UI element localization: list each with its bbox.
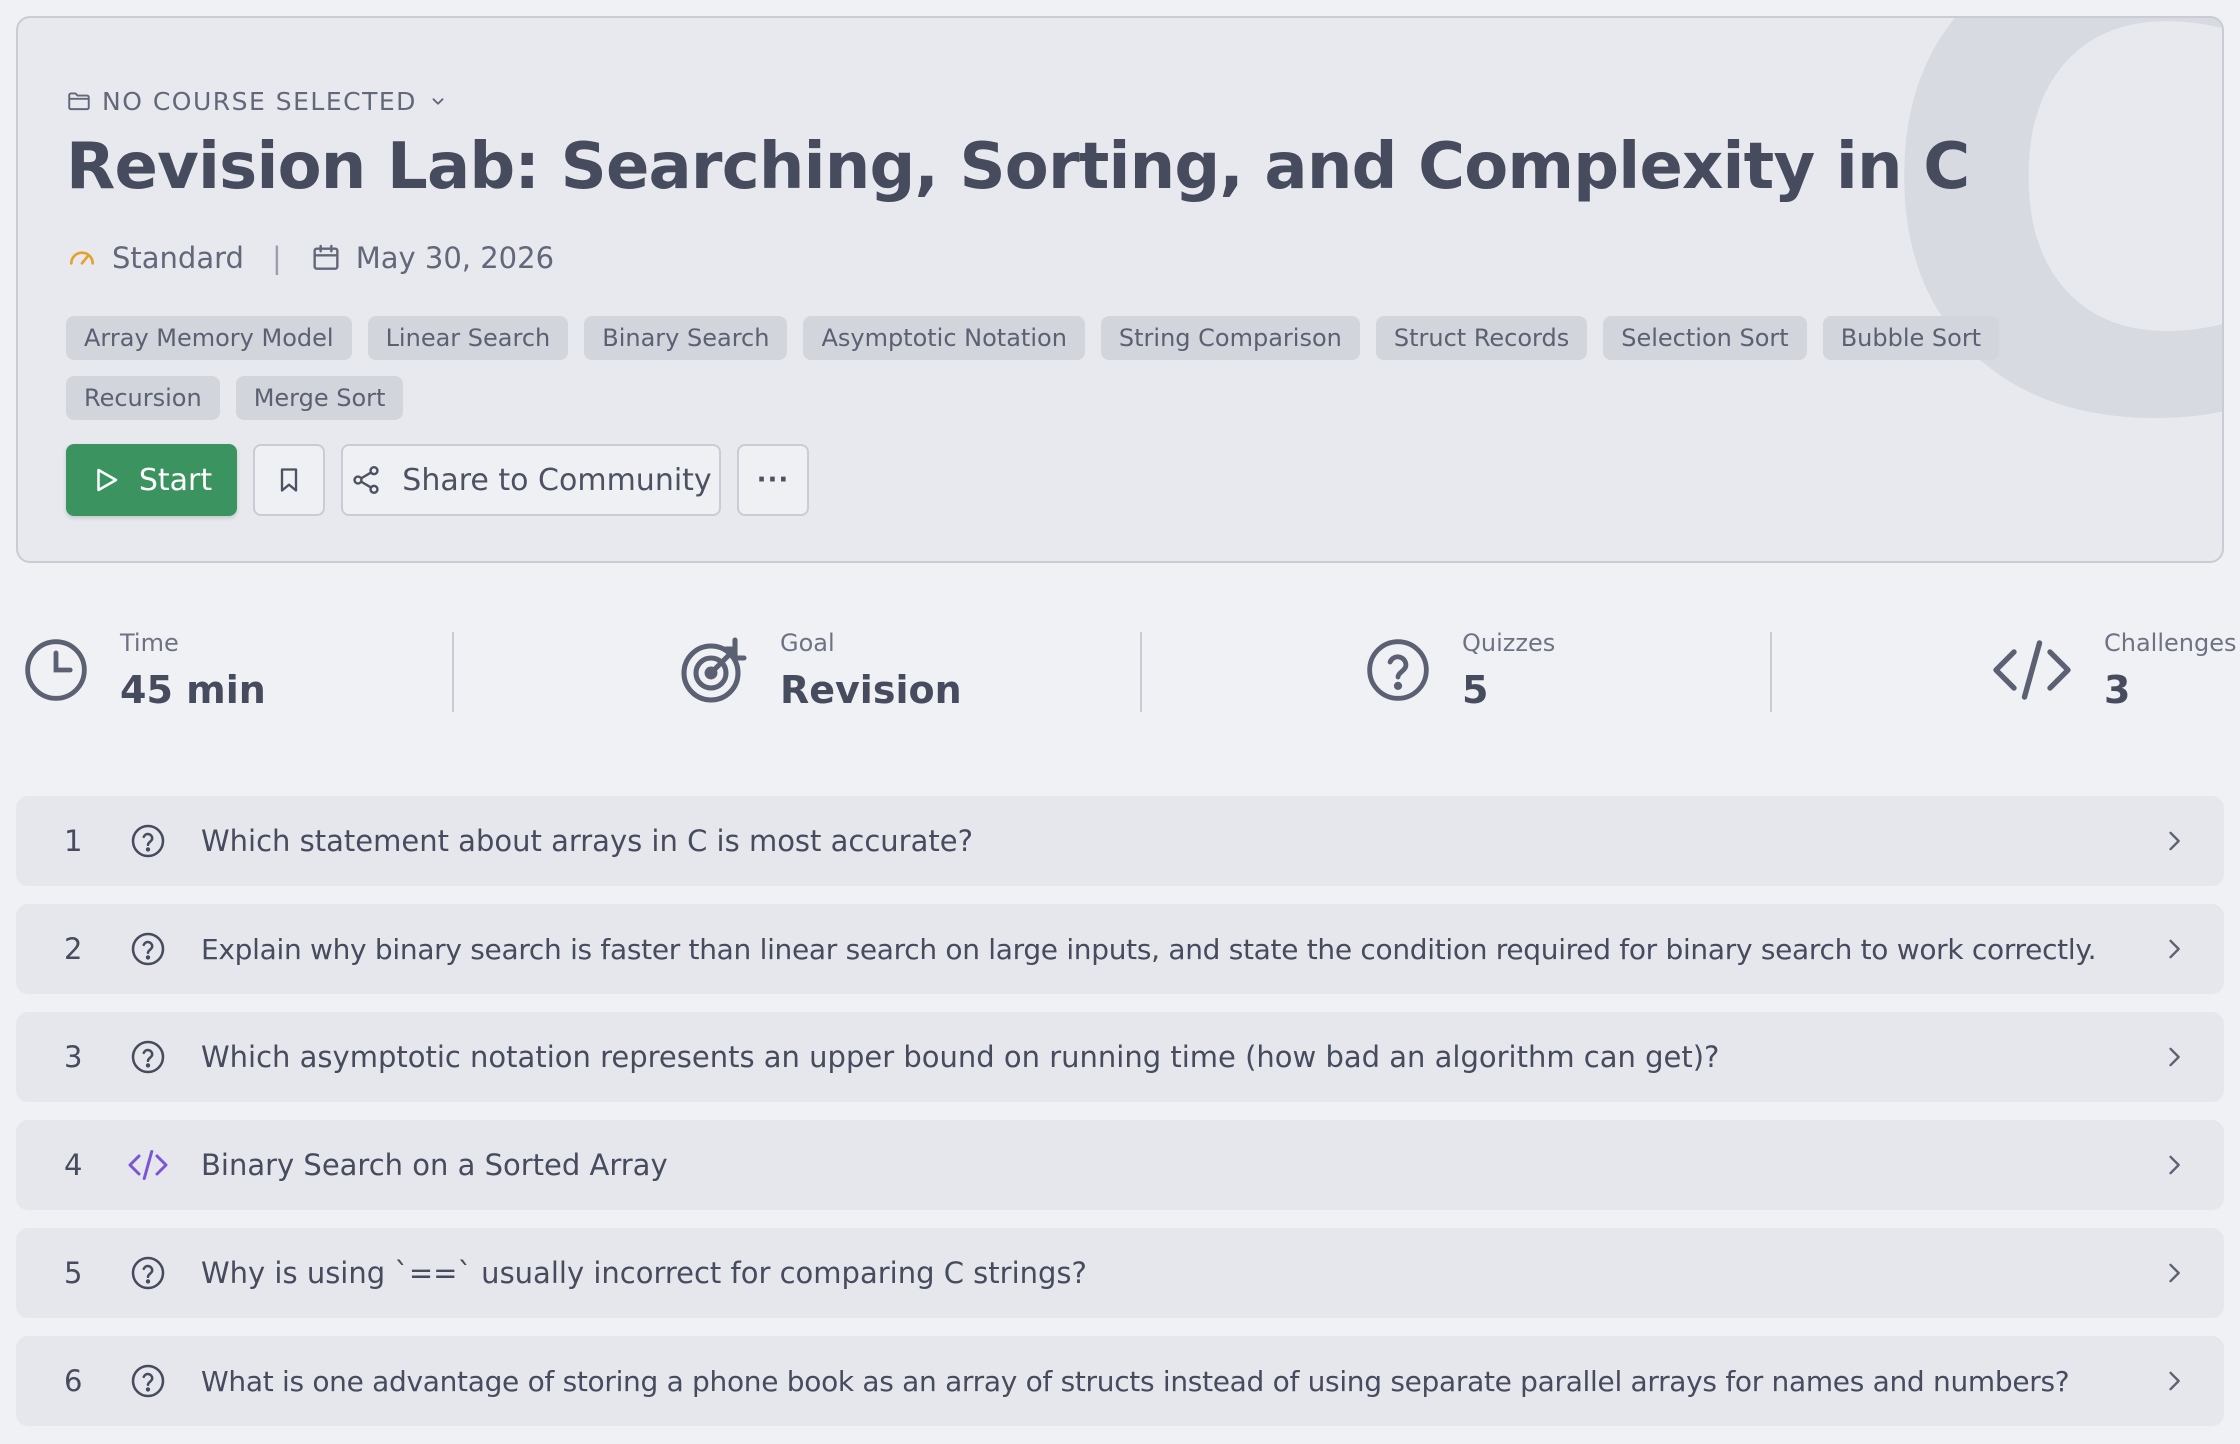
item-number: 1 <box>64 824 83 858</box>
more-options-button[interactable]: ··· <box>737 444 809 516</box>
activity-stats: Time 45 min Goal Revision Quizzes 5 Chal… <box>16 620 2237 720</box>
topic-tag: String Comparison <box>1100 316 1360 360</box>
stat-challenges-label: Challenges <box>2104 629 2237 657</box>
start-button-label: Start <box>138 462 213 498</box>
list-item[interactable]: 4 Binary Search on a Sorted Array <box>16 1120 2224 1210</box>
question-circle-icon <box>131 932 165 966</box>
topic-tag: Binary Search <box>584 316 788 360</box>
chevron-right-icon <box>2169 939 2180 959</box>
stat-time-value: 45 min <box>120 668 266 712</box>
code-icon <box>128 1150 168 1180</box>
more-options-label: ··· <box>756 465 790 495</box>
topic-tag: Bubble Sort <box>1822 316 2000 360</box>
item-title: Which statement about arrays in C is mos… <box>201 824 973 858</box>
course-selector[interactable]: NO COURSE SELECTED <box>66 84 449 118</box>
question-circle-icon <box>131 1364 165 1398</box>
topic-tag: Array Memory Model <box>66 316 352 360</box>
clock-icon <box>25 639 87 701</box>
item-number: 2 <box>64 932 83 966</box>
stat-time: Time 45 min <box>22 620 266 720</box>
chevron-right-icon <box>2169 1371 2180 1391</box>
page-title: Revision Lab: Searching, Sorting, and Co… <box>66 130 1970 204</box>
stat-divider <box>1140 632 1142 712</box>
course-selector-label: NO COURSE SELECTED <box>102 86 417 116</box>
stat-goal-label: Goal <box>780 629 835 657</box>
bookmark-button[interactable] <box>253 444 325 516</box>
item-title: Which asymptotic notation represents an … <box>201 1040 1720 1074</box>
meta-separator: | <box>271 241 282 275</box>
topic-tag: Linear Search <box>367 316 569 360</box>
question-circle-icon <box>131 1040 165 1074</box>
bookmark-icon <box>280 468 298 492</box>
calendar-icon <box>313 244 339 270</box>
chevron-down-icon <box>432 98 444 105</box>
item-number: 6 <box>64 1364 83 1398</box>
course-letter-watermark: C <box>1872 18 2222 508</box>
item-number: 5 <box>64 1256 83 1290</box>
item-title: Explain why binary search is faster than… <box>201 932 2097 966</box>
gauge-icon <box>70 251 94 265</box>
stat-goal: Goal Revision <box>678 620 962 720</box>
stat-challenges: Challenges 3 <box>1990 620 2237 720</box>
chevron-right-icon <box>2169 1155 2180 1175</box>
list-item[interactable]: 6 What is one advantage of storing a pho… <box>16 1336 2224 1426</box>
item-title: Why is using `==` usually incorrect for … <box>201 1256 1087 1290</box>
folder-icon <box>68 92 90 111</box>
stat-quizzes-label: Quizzes <box>1462 629 1556 657</box>
topic-tag: Recursion <box>66 376 220 420</box>
share-button-label: Share to Community <box>402 462 712 498</box>
play-icon <box>97 468 118 492</box>
list-item[interactable]: 1 Which statement about arrays in C is m… <box>16 796 2224 886</box>
share-to-community-button[interactable]: Share to Community <box>341 444 721 516</box>
stat-divider <box>452 632 454 712</box>
item-title: Binary Search on a Sorted Array <box>201 1148 668 1182</box>
stat-quizzes: Quizzes 5 <box>1364 620 1555 720</box>
item-number: 3 <box>64 1040 83 1074</box>
action-bar: Start Share to Community ··· <box>66 444 809 516</box>
list-item[interactable]: 3 Which asymptotic notation represents a… <box>16 1012 2224 1102</box>
question-circle-icon <box>131 824 165 858</box>
stat-divider <box>1770 632 1772 712</box>
chevron-right-icon <box>2169 1263 2180 1283</box>
question-circle-icon <box>131 1256 165 1290</box>
activity-meta: Standard | May 30, 2026 <box>66 236 554 280</box>
list-item[interactable]: 5 Why is using `==` usually incorrect fo… <box>16 1228 2224 1318</box>
code-icon <box>1993 640 2071 700</box>
question-circle-icon <box>1367 639 1429 701</box>
topic-tag: Asymptotic Notation <box>803 316 1085 360</box>
list-item[interactable]: 2 Explain why binary search is faster th… <box>16 904 2224 994</box>
item-number: 4 <box>64 1148 83 1182</box>
topic-tag: Selection Sort <box>1603 316 1807 360</box>
stat-time-label: Time <box>120 629 179 657</box>
start-button[interactable]: Start <box>66 444 237 516</box>
item-title: What is one advantage of storing a phone… <box>201 1364 2070 1398</box>
target-icon <box>681 637 747 703</box>
topic-tag: Struct Records <box>1375 316 1588 360</box>
topic-tags: Array Memory Model Linear Search Binary … <box>66 316 2166 420</box>
stat-quizzes-value: 5 <box>1462 668 1489 712</box>
stat-goal-value: Revision <box>780 668 962 712</box>
date-label: May 30, 2026 <box>355 241 555 275</box>
activity-header-card: C NO COURSE SELECTED Revision Lab: Searc… <box>16 16 2224 563</box>
difficulty-label: Standard <box>112 241 244 275</box>
chevron-right-icon <box>2169 1047 2180 1067</box>
topic-tag: Merge Sort <box>235 376 404 420</box>
share-icon <box>353 466 379 494</box>
chevron-right-icon <box>2169 831 2180 851</box>
stat-challenges-value: 3 <box>2104 668 2131 712</box>
